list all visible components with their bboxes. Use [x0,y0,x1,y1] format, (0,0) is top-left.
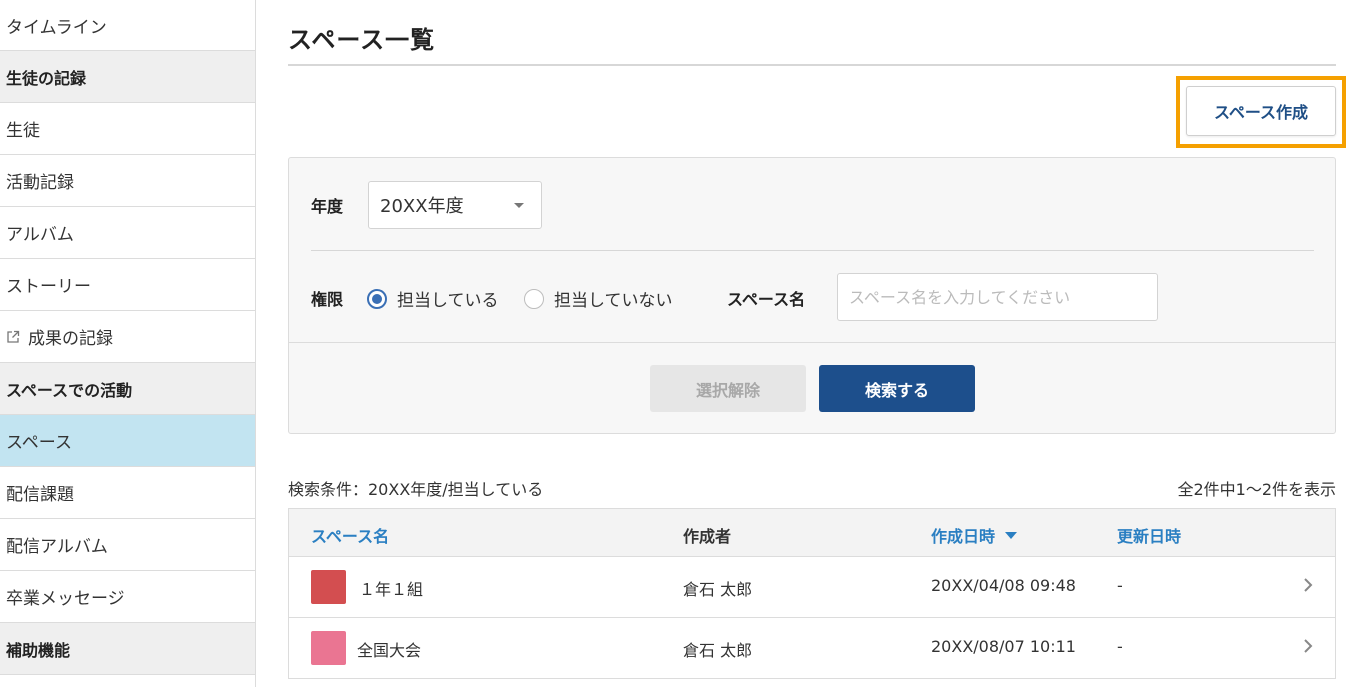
space-table: スペース名 作成者 作成日時 更新日時 １年１組 倉石 太郎 20XX/04/0… [288,508,1336,679]
cell-creator: 倉石 太郎 [683,641,753,660]
sidebar-section-auxiliary: 補助機能 [0,623,255,675]
sidebar-item-label: 配信課題 [6,485,74,505]
cell-created: 20XX/04/08 09:48 [931,576,1076,595]
column-header-created[interactable]: 作成日時 [931,523,1018,547]
sidebar-item-distributed-album[interactable]: 配信アルバム [0,519,255,571]
radio-label: 担当していない [554,291,673,311]
title-divider [288,64,1336,66]
sidebar-item-label: 成果の記録 [28,329,113,349]
result-count: 全2件中1～2件を表示 [1177,480,1336,499]
space-color-swatch [311,570,346,604]
sidebar-item-students[interactable]: 生徒 [0,103,255,155]
sort-desc-icon [1005,532,1018,539]
column-header-space-name[interactable]: スペース名 [311,523,389,547]
radio-button-checked[interactable] [367,288,387,309]
radio-button-unchecked[interactable] [524,288,544,309]
filter-divider [311,250,1314,251]
radio-not-in-charge[interactable]: 担当していない [524,286,673,311]
sidebar-section-label: スペースでの活動 [6,380,133,400]
sidebar-item-graduation-message[interactable]: 卒業メッセージ [0,571,255,623]
radio-in-charge[interactable]: 担当している [367,286,499,311]
sidebar-item-label: ストーリー [6,277,91,297]
permission-label: 権限 [311,290,344,309]
space-color-swatch [311,631,346,665]
sidebar-item-activity-records[interactable]: 活動記録 [0,155,255,207]
cell-space-name: 全国大会 [357,641,422,660]
column-header-label: 作成日時 [931,527,996,546]
search-button[interactable]: 検索する [819,365,975,412]
cell-updated: - [1117,637,1123,656]
table-row[interactable]: １年１組 倉石 太郎 20XX/04/08 09:48 - [289,557,1335,618]
sidebar-item-achievement-records[interactable]: 成果の記録 [0,311,255,363]
sidebar-item-album[interactable]: アルバム [0,207,255,259]
year-label: 年度 [311,197,344,216]
chevron-down-icon [514,203,524,208]
sidebar: タイムライン 生徒の記録 生徒 活動記録 アルバム ストーリー 成果の記録 スペ… [0,0,256,687]
cell-space-name: １年１組 [359,580,424,599]
sidebar-section-label: 補助機能 [6,640,71,660]
radio-label: 担当している [397,291,499,311]
chevron-right-icon[interactable] [1303,577,1313,593]
sidebar-item-label: スペース [6,433,72,453]
sidebar-item-label: 卒業メッセージ [6,589,125,609]
year-select-value: 20XX年度 [380,196,464,217]
space-name-input[interactable] [837,273,1158,321]
chevron-right-icon[interactable] [1303,638,1313,654]
table-row[interactable]: 全国大会 倉石 太郎 20XX/08/07 10:11 - [289,618,1335,679]
sidebar-section-space-activities: スペースでの活動 [0,363,255,415]
search-condition: 検索条件：20XX年度/担当している [288,480,544,499]
sidebar-section-label: 生徒の記録 [6,68,87,88]
create-space-button[interactable]: スペース作成 [1186,86,1336,136]
column-header-updated[interactable]: 更新日時 [1117,523,1181,547]
cell-creator: 倉石 太郎 [683,580,753,599]
sidebar-item-space[interactable]: スペース [0,415,255,467]
page-title: スペース一覧 [288,26,436,54]
external-link-icon [6,330,20,344]
table-header: スペース名 作成者 作成日時 更新日時 [289,509,1335,557]
sidebar-item-distributed-assignments[interactable]: 配信課題 [0,467,255,519]
filter-footer-divider [289,342,1335,343]
cell-updated: - [1117,576,1123,595]
sidebar-section-student-records: 生徒の記録 [0,51,255,103]
sidebar-item-label: 配信アルバム [6,537,108,557]
column-header-creator: 作成者 [683,527,732,546]
filter-panel: 年度 20XX年度 権限 担当している 担当していない スペース名 選択解除 検… [288,157,1336,434]
space-name-label: スペース名 [727,290,806,309]
year-select[interactable]: 20XX年度 [368,181,542,229]
cell-created: 20XX/08/07 10:11 [931,637,1076,656]
sidebar-item-timeline[interactable]: タイムライン [0,0,255,51]
sidebar-item-label: タイムライン [6,17,107,38]
clear-selection-button[interactable]: 選択解除 [650,365,806,412]
sidebar-item-label: 活動記録 [6,173,74,193]
sidebar-item-label: 生徒 [6,121,40,141]
sidebar-item-label: アルバム [6,225,74,245]
sidebar-item-story[interactable]: ストーリー [0,259,255,311]
